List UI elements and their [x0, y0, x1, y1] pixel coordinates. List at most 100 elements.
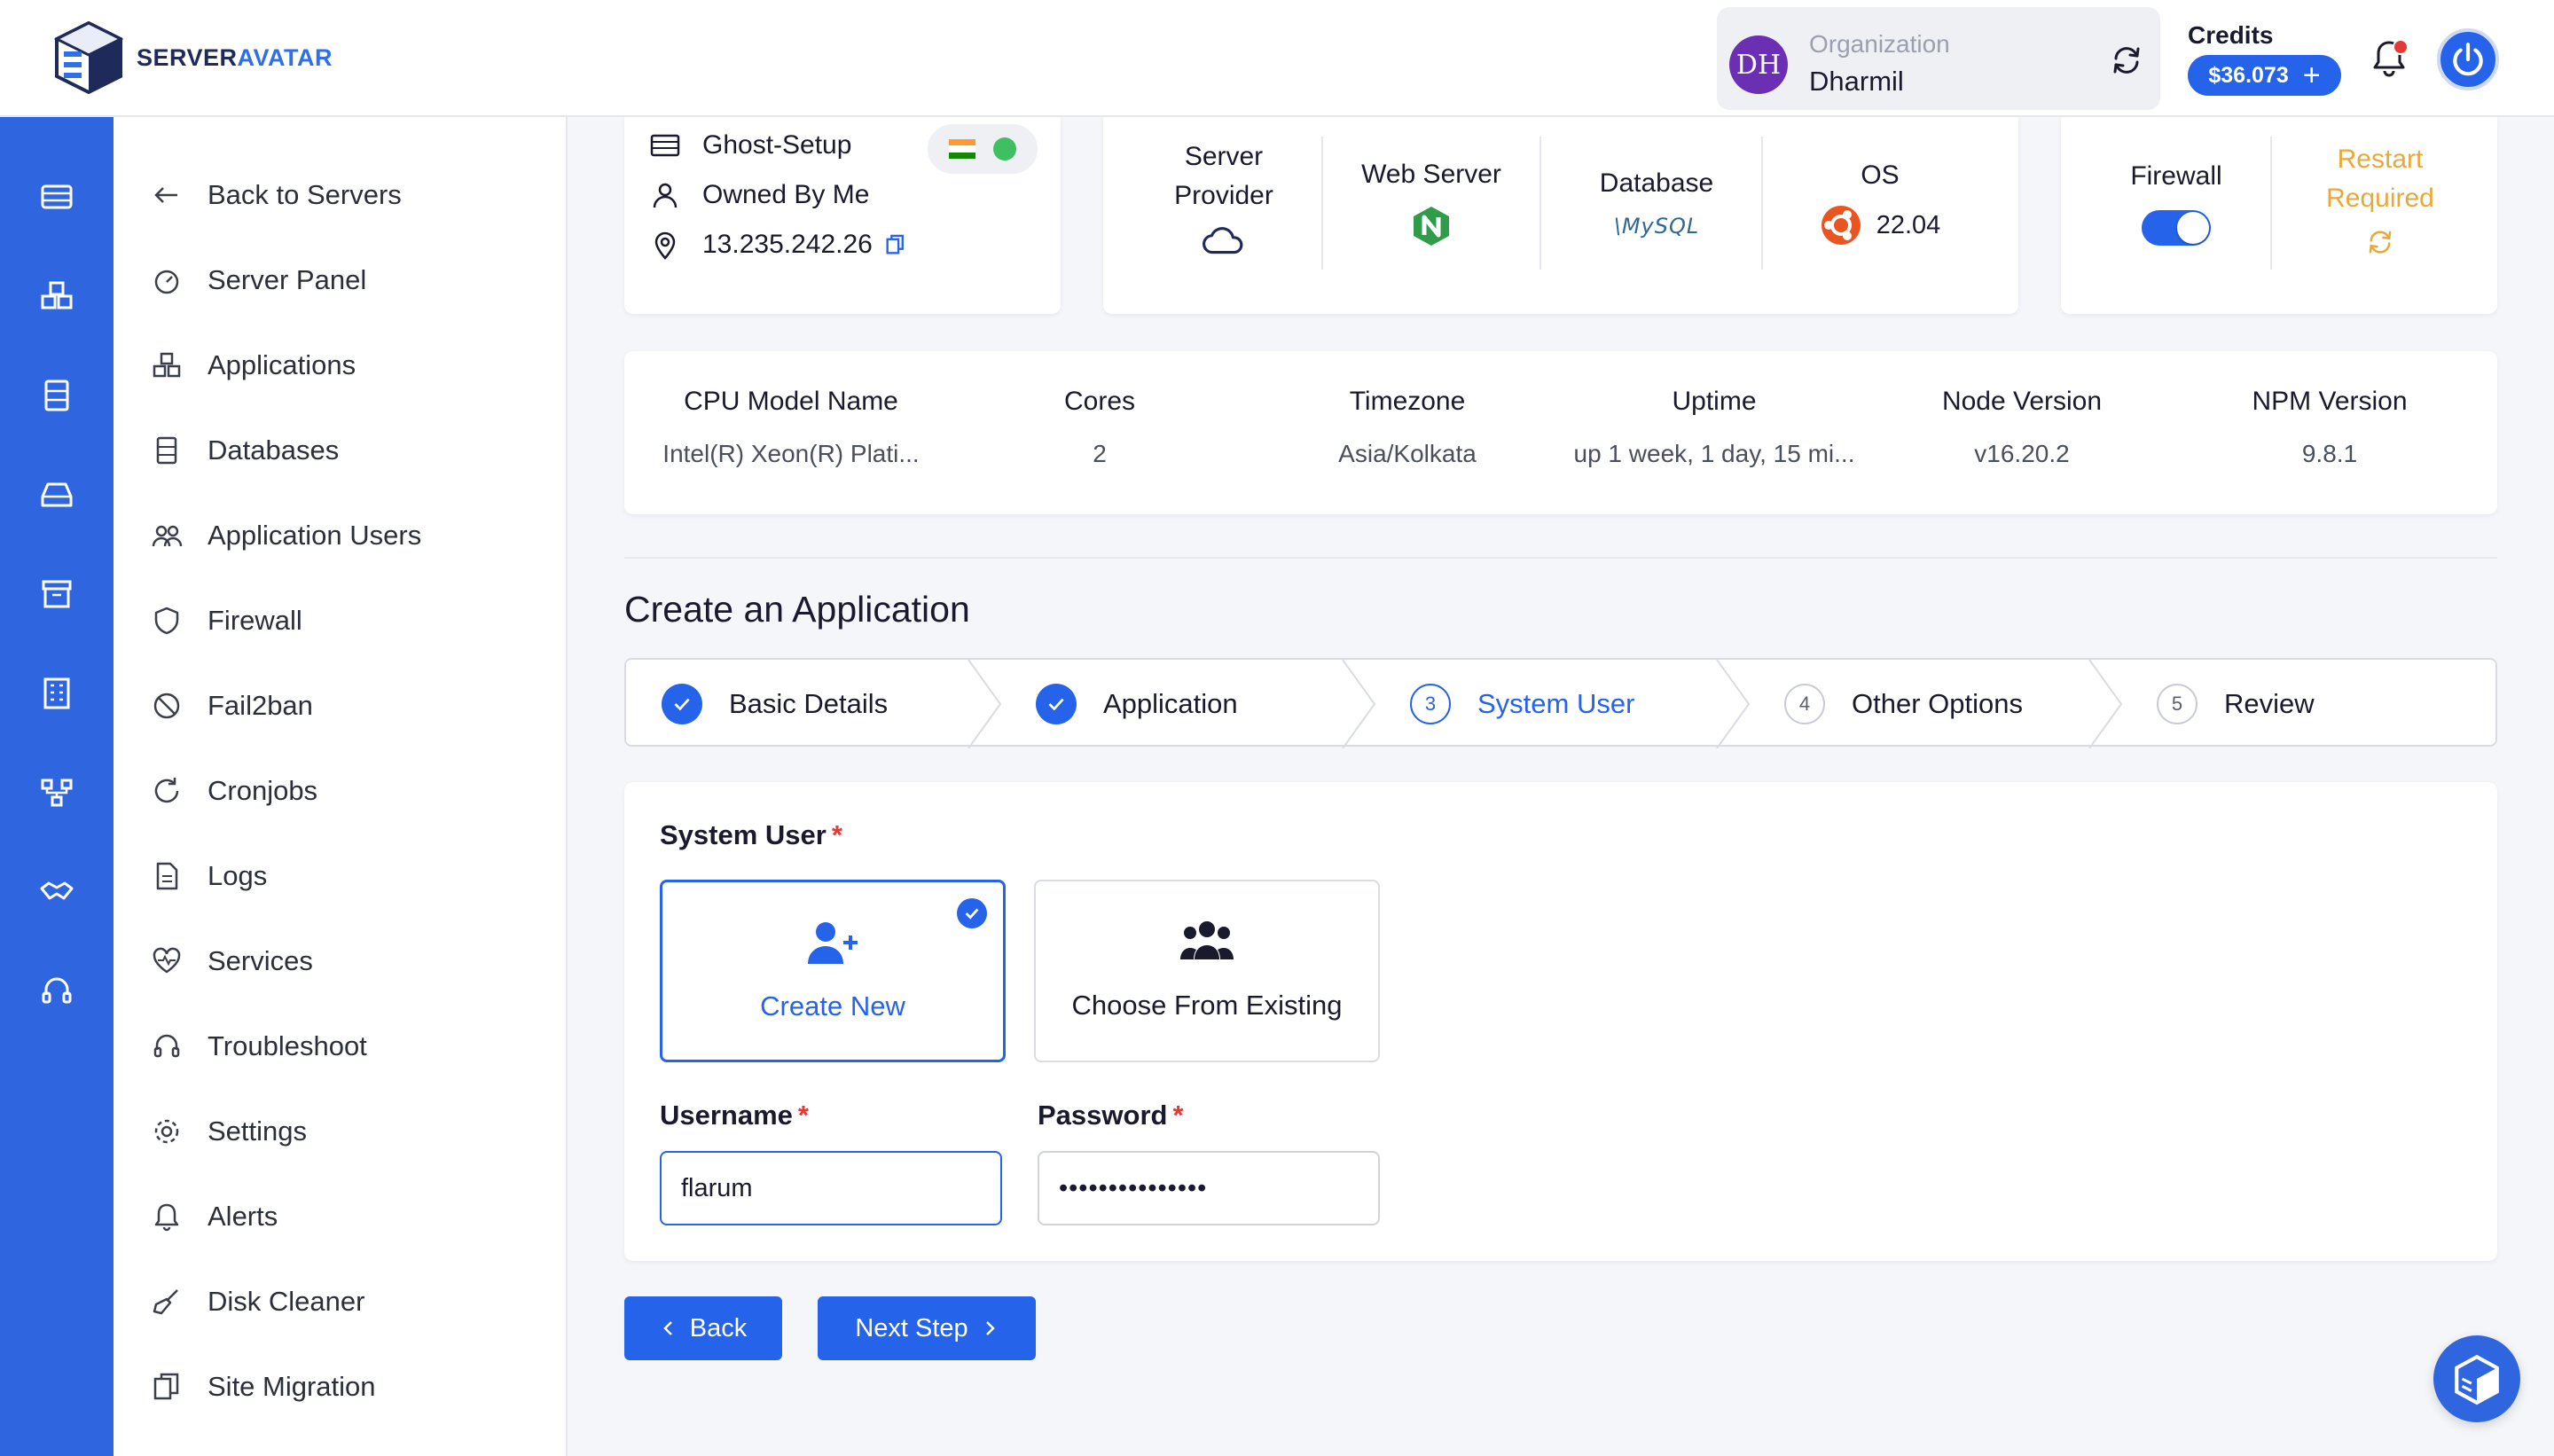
password-input[interactable]: •••••••••••••••	[1038, 1151, 1380, 1225]
web-server-label: Web Server	[1361, 160, 1501, 189]
server-ip-row: 13.235.242.26	[649, 229, 908, 261]
divider	[2270, 137, 2272, 270]
ubuntu-logo-icon	[1821, 206, 1861, 245]
power-icon	[2453, 43, 2483, 76]
nav-alerts[interactable]: Alerts	[151, 1192, 278, 1241]
mysql-logo-icon: \MySQL	[1613, 214, 1700, 239]
users-group-icon	[1180, 921, 1234, 959]
wizard-stepper: Basic Details Application 3 System User …	[624, 658, 2497, 748]
nav-application-users[interactable]: Application Users	[151, 511, 421, 560]
support-rail-icon[interactable]	[39, 974, 74, 1009]
server-name-row: Ghost-Setup	[649, 129, 851, 161]
server-specs-card: CPU Model Name Intel(R) Xeon(R) Plati...…	[624, 351, 2497, 514]
nav-applications[interactable]: Applications	[151, 341, 356, 390]
database-engine: Database \MySQL	[1552, 117, 1761, 286]
next-step-button[interactable]: Next Step	[818, 1296, 1036, 1360]
firewall-toggle[interactable]	[2142, 210, 2211, 246]
step-number: 5	[2157, 684, 2198, 724]
nav-cronjobs[interactable]: Cronjobs	[151, 766, 317, 816]
toggle-knob	[2177, 212, 2209, 244]
step-application[interactable]: Application	[1036, 660, 1238, 748]
system-user-label: System User *	[660, 819, 842, 850]
user-icon	[653, 183, 678, 208]
users-icon	[152, 525, 183, 547]
server-summary-card: Ghost-Setup Owned By Me 13.235.242.26	[624, 117, 1061, 314]
heartbeat-icon	[153, 947, 181, 974]
firewall-status: Firewall	[2096, 117, 2256, 286]
page-title: Create an Application	[624, 589, 970, 630]
handshake-rail-icon[interactable]	[39, 874, 74, 910]
restart-icon[interactable]	[2365, 227, 2395, 257]
nav-back-to-servers[interactable]: Back to Servers	[151, 170, 402, 220]
server-ip: 13.235.242.26	[702, 230, 873, 259]
system-user-form: System User * Create New Choose From Exis…	[624, 782, 2497, 1261]
restart-required-label: Restart Required	[2326, 145, 2434, 213]
restart-required[interactable]: Restart Required	[2283, 117, 2478, 286]
nav-logs[interactable]: Logs	[151, 851, 267, 901]
step-basic-details[interactable]: Basic Details	[662, 660, 888, 748]
section-divider	[624, 557, 2497, 559]
choose-existing-label: Choose From Existing	[1071, 990, 1343, 1021]
user-plus-icon	[808, 922, 858, 964]
nav-troubleshoot[interactable]: Troubleshoot	[151, 1022, 367, 1071]
brand-name: SERVERAVATAR	[137, 43, 333, 71]
nav-settings[interactable]: Settings	[151, 1107, 307, 1156]
cloud-icon	[1203, 227, 1243, 254]
account-power-button[interactable]	[2437, 28, 2499, 90]
server-owner: Owned By Me	[702, 180, 870, 209]
cycle-icon	[154, 778, 179, 803]
server-name: Ghost-Setup	[702, 130, 852, 160]
step-system-user[interactable]: 3 System User	[1410, 660, 1634, 748]
archive-rail-icon[interactable]	[39, 576, 74, 612]
nav-server-panel[interactable]: Server Panel	[151, 255, 366, 305]
step-review[interactable]: 5 Review	[2157, 660, 2315, 748]
server-stack-card: Server Provider Web Server Database \MyS…	[1103, 117, 2018, 314]
step-other-options[interactable]: 4 Other Options	[1784, 660, 2023, 748]
nav-services[interactable]: Services	[151, 936, 313, 986]
credits-amount: $36.073	[2208, 62, 2289, 88]
ban-icon	[153, 693, 180, 719]
chevron-left-icon	[662, 1321, 672, 1335]
databases-rail-icon[interactable]	[39, 378, 74, 413]
server-provider-label: Server Provider	[1174, 142, 1273, 210]
storage-rail-icon[interactable]	[39, 477, 74, 513]
icon-rail	[0, 117, 114, 1456]
add-credits-button[interactable]: $36.073 +	[2188, 55, 2341, 96]
file-icon	[156, 862, 178, 890]
choose-existing-user-option[interactable]: Choose From Existing	[1034, 880, 1380, 1062]
step-number: 4	[1784, 684, 1825, 724]
org-name: Dharmil	[1809, 66, 1904, 97]
organization-switcher[interactable]: DH Organization Dharmil	[1717, 7, 2160, 110]
serveravatar-logo-icon	[53, 21, 124, 94]
create-new-user-option[interactable]: Create New	[660, 880, 1006, 1062]
credits-label: Credits	[2188, 21, 2274, 49]
serveravatar-chat-icon	[2455, 1354, 2499, 1405]
nav-firewall[interactable]: Firewall	[151, 596, 302, 646]
network-rail-icon[interactable]	[39, 775, 74, 810]
nav-disk-cleaner[interactable]: Disk Cleaner	[151, 1277, 364, 1327]
firewall-label: Firewall	[2130, 161, 2222, 191]
nav-site-migration[interactable]: Site Migration	[151, 1362, 376, 1412]
username-input[interactable]: flarum	[660, 1151, 1002, 1225]
organization-rail-icon[interactable]	[39, 676, 74, 711]
shield-icon	[154, 607, 179, 635]
bell-icon	[154, 1203, 179, 1232]
step-separator	[1342, 660, 1376, 748]
back-button[interactable]: Back	[624, 1296, 782, 1360]
nav-databases[interactable]: Databases	[151, 426, 339, 475]
help-chat-button[interactable]	[2433, 1335, 2520, 1422]
username-label: Username *	[660, 1100, 809, 1131]
chevron-right-icon	[985, 1321, 995, 1335]
create-new-label: Create New	[760, 990, 905, 1022]
applications-rail-icon[interactable]	[39, 278, 74, 314]
servers-rail-icon[interactable]	[39, 179, 74, 215]
nav-fail2ban[interactable]: Fail2ban	[151, 681, 313, 731]
firewall-card: Firewall Restart Required	[2061, 117, 2497, 314]
server-owner-row: Owned By Me	[649, 179, 869, 211]
switch-org-icon[interactable]	[2109, 43, 2144, 78]
copy-ip-icon[interactable]	[883, 232, 908, 257]
brand-logo[interactable]: SERVERAVATAR	[53, 21, 333, 94]
arrow-left-icon	[154, 187, 177, 203]
plus-icon: +	[2302, 58, 2321, 92]
selected-check-icon	[957, 898, 987, 928]
